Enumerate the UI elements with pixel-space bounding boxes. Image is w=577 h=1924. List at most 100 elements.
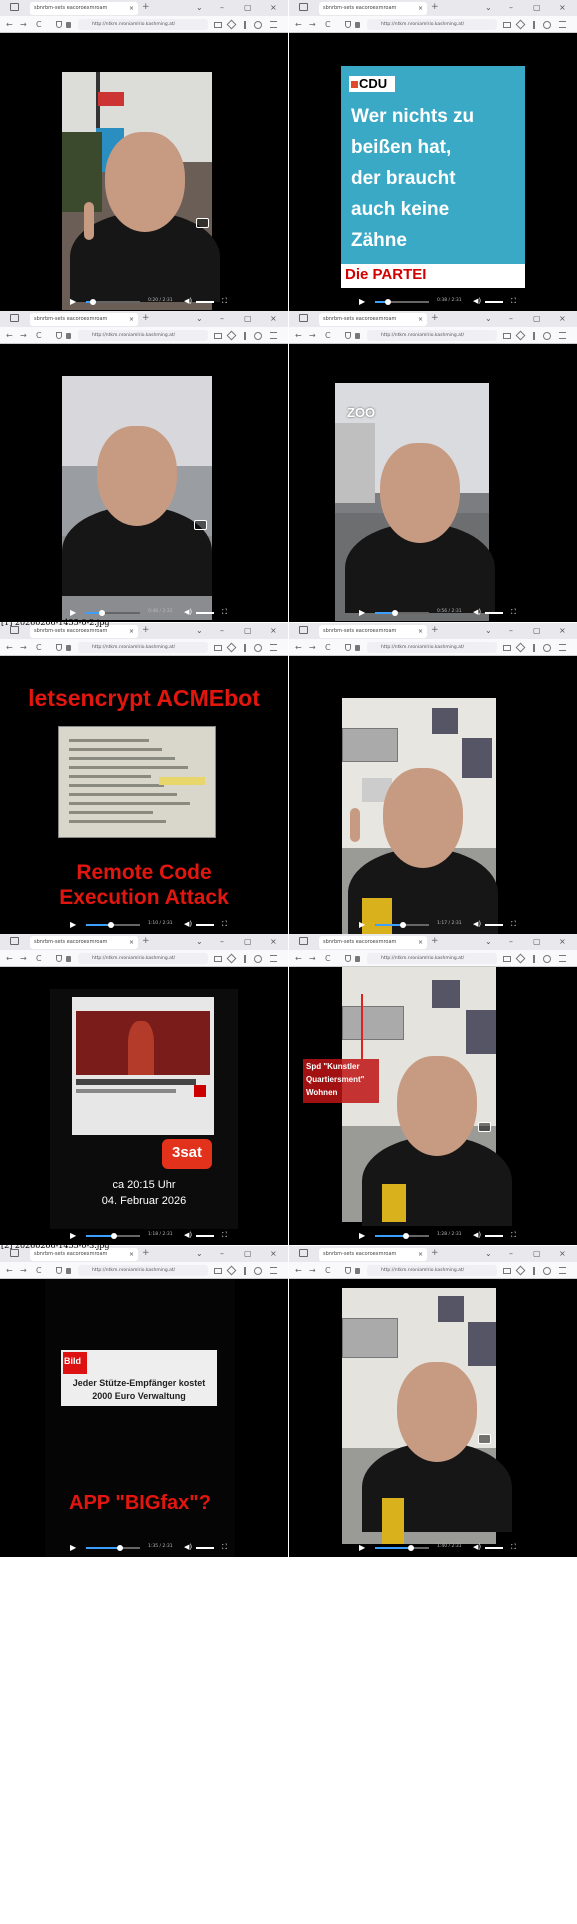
play-button[interactable]: ▶ [70, 297, 76, 306]
back-button[interactable]: ← [6, 952, 13, 965]
back-button[interactable]: ← [295, 1264, 302, 1277]
tab-list-button[interactable]: ⌄ [485, 1, 492, 14]
tab-overview-icon[interactable] [10, 937, 19, 945]
tab-close-icon[interactable]: × [418, 936, 423, 949]
seek-handle[interactable] [403, 1233, 410, 1239]
download-icon[interactable] [533, 332, 535, 340]
bookmark-star-icon[interactable] [515, 953, 526, 964]
menu-icon[interactable] [559, 955, 566, 962]
tab-list-button[interactable]: ⌄ [485, 1247, 492, 1260]
close-window-button[interactable]: × [559, 1, 566, 14]
tab-close-icon[interactable]: × [418, 1248, 423, 1261]
volume-slider[interactable] [196, 301, 214, 303]
maximize-button[interactable]: ▢ [533, 935, 541, 948]
reload-button[interactable]: C [36, 952, 42, 965]
back-button[interactable]: ← [6, 641, 13, 654]
play-button[interactable]: ▶ [359, 1543, 365, 1552]
fullscreen-button[interactable]: ⛶ [511, 297, 516, 306]
fullscreen-button[interactable]: ⛶ [222, 297, 227, 306]
account-icon[interactable] [254, 955, 262, 963]
play-button[interactable]: ▶ [70, 608, 76, 617]
reload-button[interactable]: C [36, 1264, 42, 1277]
forward-button[interactable]: → [20, 641, 27, 654]
seek-bar[interactable] [375, 299, 429, 305]
tab-list-button[interactable]: ⌄ [196, 312, 203, 325]
maximize-button[interactable]: ▢ [533, 1247, 541, 1260]
reader-view-icon[interactable] [503, 956, 511, 962]
download-icon[interactable] [244, 955, 246, 963]
new-tab-button[interactable]: + [431, 312, 439, 325]
new-tab-button[interactable]: + [431, 624, 439, 637]
fullscreen-button[interactable]: ⛶ [511, 1231, 516, 1240]
browser-tab[interactable]: sbnrbm-sets eacoroexmroam × [319, 313, 427, 326]
volume-button[interactable]: ◀) [473, 1231, 481, 1239]
maximize-button[interactable]: ▢ [244, 935, 252, 948]
download-icon[interactable] [533, 21, 535, 29]
new-tab-button[interactable]: + [431, 1, 439, 14]
play-button[interactable]: ▶ [359, 1231, 365, 1240]
account-icon[interactable] [254, 1267, 262, 1275]
bookmark-star-icon[interactable] [226, 642, 237, 653]
reader-view-icon[interactable] [214, 333, 222, 339]
reader-view-icon[interactable] [214, 645, 222, 651]
volume-slider[interactable] [485, 1547, 503, 1549]
reader-view-icon[interactable] [503, 333, 511, 339]
menu-icon[interactable] [270, 21, 277, 28]
reload-button[interactable]: C [325, 1264, 331, 1277]
back-button[interactable]: ← [295, 329, 302, 342]
back-button[interactable]: ← [6, 1264, 13, 1277]
seek-bar[interactable] [375, 922, 429, 928]
download-icon[interactable] [244, 332, 246, 340]
download-icon[interactable] [244, 1267, 246, 1275]
reader-view-icon[interactable] [503, 645, 511, 651]
bookmark-star-icon[interactable] [515, 19, 526, 30]
reload-button[interactable]: C [36, 641, 42, 654]
bookmark-star-icon[interactable] [226, 19, 237, 30]
bookmark-star-icon[interactable] [226, 330, 237, 341]
back-button[interactable]: ← [295, 18, 302, 31]
forward-button[interactable]: → [309, 641, 316, 654]
tab-close-icon[interactable]: × [418, 625, 423, 638]
close-window-button[interactable]: × [270, 312, 277, 325]
reader-view-icon[interactable] [503, 22, 511, 28]
browser-tab[interactable]: sbnrbm-sets eacoroexmroam × [30, 313, 138, 326]
seek-handle[interactable] [407, 1545, 414, 1551]
new-tab-button[interactable]: + [431, 935, 439, 948]
seek-handle[interactable] [117, 1545, 124, 1551]
picture-in-picture-icon[interactable] [194, 520, 207, 530]
seek-bar[interactable] [86, 1545, 140, 1551]
fullscreen-button[interactable]: ⛶ [222, 1543, 227, 1552]
maximize-button[interactable]: ▢ [533, 312, 541, 325]
url-field[interactable]: http://ntkm.nroniamlrio.kashming.at/ [78, 330, 208, 341]
volume-slider[interactable] [196, 612, 214, 614]
bookmark-star-icon[interactable] [226, 1265, 237, 1276]
reload-button[interactable]: C [36, 18, 42, 31]
url-field[interactable]: http://ntkm.nroniamlrio.kashming.at/ [367, 19, 497, 30]
url-field[interactable]: http://ntkm.nroniamlrio.kashming.at/ [78, 953, 208, 964]
seek-handle[interactable] [399, 922, 406, 928]
url-field[interactable]: http://ntkm.nroniamlrio.kashming.at/ [367, 1265, 497, 1276]
close-window-button[interactable]: × [559, 312, 566, 325]
reader-view-icon[interactable] [214, 1268, 222, 1274]
menu-icon[interactable] [559, 332, 566, 339]
minimize-button[interactable]: – [509, 1, 513, 14]
account-icon[interactable] [543, 332, 551, 340]
download-icon[interactable] [244, 644, 246, 652]
download-icon[interactable] [533, 955, 535, 963]
close-window-button[interactable]: × [270, 935, 277, 948]
tab-list-button[interactable]: ⌄ [196, 935, 203, 948]
menu-icon[interactable] [270, 955, 277, 962]
tab-close-icon[interactable]: × [129, 936, 134, 949]
account-icon[interactable] [254, 21, 262, 29]
volume-slider[interactable] [485, 1235, 503, 1237]
minimize-button[interactable]: – [220, 312, 224, 325]
reload-button[interactable]: C [325, 329, 331, 342]
tab-close-icon[interactable]: × [129, 2, 134, 15]
account-icon[interactable] [543, 955, 551, 963]
volume-slider[interactable] [485, 612, 503, 614]
volume-button[interactable]: ◀) [473, 920, 481, 928]
menu-icon[interactable] [270, 644, 277, 651]
tab-overview-icon[interactable] [10, 3, 19, 11]
maximize-button[interactable]: ▢ [533, 624, 541, 637]
minimize-button[interactable]: – [509, 1247, 513, 1260]
